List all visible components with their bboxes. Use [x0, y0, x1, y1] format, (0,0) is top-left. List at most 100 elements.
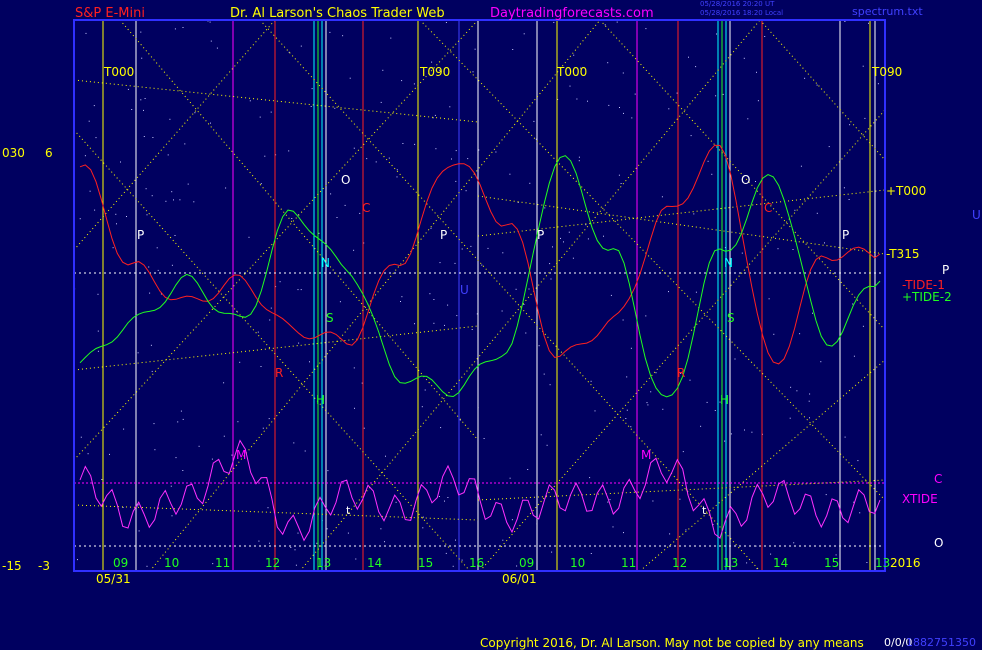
hour-tick-label: 10 — [164, 556, 180, 570]
star-dot — [544, 207, 546, 209]
star-dot — [650, 391, 652, 393]
star-dot — [433, 299, 435, 300]
star-dot — [174, 28, 176, 30]
star-dot — [293, 442, 295, 444]
star-dot — [353, 147, 355, 149]
star-dot — [516, 565, 518, 567]
star-dot — [549, 263, 551, 265]
star-dot — [511, 519, 513, 521]
star-dot — [143, 109, 144, 111]
planet-label-s: S — [326, 311, 334, 325]
star-dot — [603, 235, 604, 237]
copyright-notice: Copyright 2016, Dr. Al Larson. May not b… — [480, 636, 864, 650]
star-dot — [77, 559, 78, 561]
star-dot — [342, 35, 344, 37]
planet-label-t: t — [702, 504, 707, 517]
star-dot — [84, 155, 86, 157]
star-dot — [413, 83, 415, 85]
star-dot — [171, 264, 173, 266]
star-dot — [225, 187, 227, 189]
date-label-0601: 06/01 — [502, 572, 537, 586]
star-dot — [137, 352, 139, 354]
star-dot — [549, 384, 551, 386]
star-dot — [95, 137, 97, 139]
star-dot — [501, 310, 503, 312]
star-dot — [604, 24, 606, 26]
star-dot — [546, 444, 548, 446]
star-dot — [594, 410, 596, 412]
star-dot — [631, 117, 633, 119]
right-label-u: U — [972, 208, 981, 222]
star-dot — [402, 143, 404, 144]
marker-t000-2: T000 — [557, 65, 588, 79]
site-link[interactable]: Daytradingforecasts.com — [490, 7, 654, 20]
star-dot — [455, 150, 457, 152]
planet-label-h: H — [316, 393, 326, 407]
star-dot — [573, 54, 575, 56]
star-dot — [290, 547, 292, 548]
star-dot — [724, 440, 726, 442]
star-dot — [859, 512, 861, 514]
planet-label-c: C — [764, 201, 773, 215]
star-dot — [645, 28, 647, 30]
star-dot — [414, 143, 416, 145]
star-dot — [115, 213, 117, 215]
star-dot — [262, 427, 264, 429]
star-dot — [344, 204, 346, 206]
star-dot — [523, 33, 525, 35]
star-dot — [444, 324, 445, 326]
star-dot — [456, 315, 458, 317]
star-dot — [131, 109, 133, 110]
star-dot — [700, 425, 702, 427]
star-dot — [429, 293, 431, 295]
page-background — [0, 0, 982, 650]
planet-label-p: P — [440, 228, 448, 242]
star-dot — [820, 361, 822, 363]
star-dot — [483, 438, 485, 439]
star-dot — [744, 429, 745, 431]
star-dot — [816, 84, 818, 86]
star-dot — [868, 22, 869, 24]
legend-xtide: XTIDE — [902, 492, 938, 506]
star-dot — [109, 453, 110, 455]
star-dot — [676, 92, 678, 94]
hour-tick-label: 09 — [113, 556, 129, 570]
star-dot — [808, 400, 810, 402]
star-dot — [757, 100, 759, 102]
star-dot — [857, 460, 859, 462]
star-dot — [792, 249, 794, 250]
star-dot — [177, 421, 179, 423]
planet-label-r: R — [275, 366, 284, 380]
star-dot — [237, 421, 239, 423]
planet-label-u: U — [460, 283, 469, 297]
hour-tick-label: 11 — [215, 556, 231, 570]
planet-label-r: R — [677, 366, 686, 380]
planet-label-p: P — [842, 228, 850, 242]
star-dot — [175, 457, 177, 459]
star-dot — [401, 296, 403, 298]
star-dot — [149, 292, 151, 294]
star-dot — [152, 137, 154, 138]
planet-label-t: t — [346, 504, 351, 517]
star-dot — [363, 427, 365, 429]
star-dot — [127, 88, 129, 90]
star-dot — [151, 370, 153, 372]
star-dot — [734, 358, 736, 360]
star-dot — [824, 242, 825, 244]
star-dot — [257, 331, 259, 333]
star-dot — [316, 542, 318, 544]
star-dot — [146, 214, 148, 216]
legend-tide2: +TIDE-2 — [902, 290, 952, 304]
star-dot — [179, 199, 181, 201]
star-dot — [569, 85, 571, 87]
star-dot — [455, 180, 457, 182]
star-dot — [401, 80, 403, 82]
star-dot — [182, 470, 184, 471]
star-dot — [264, 155, 266, 157]
star-dot — [210, 40, 212, 42]
star-dot — [145, 188, 147, 190]
marker-t000-1: T000 — [104, 65, 135, 79]
star-dot — [88, 120, 90, 122]
star-dot — [690, 135, 692, 137]
planet-label-m: M — [641, 448, 652, 462]
